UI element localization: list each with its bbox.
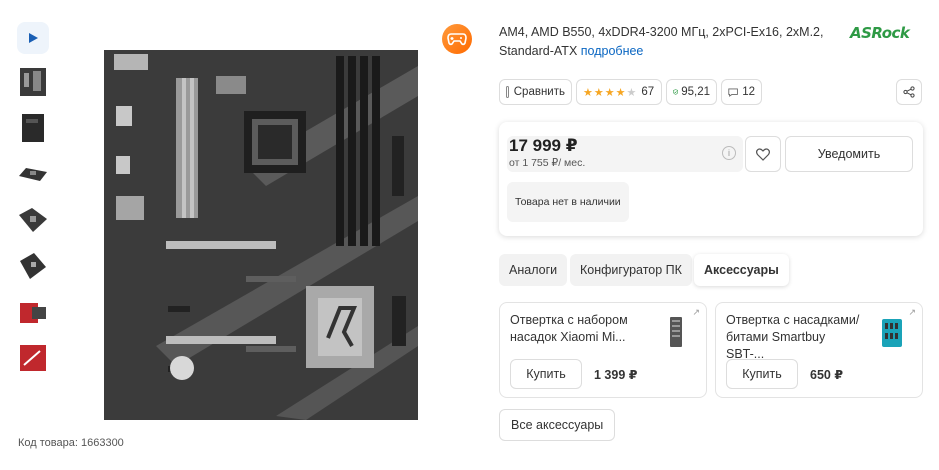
shield-check-icon [673, 89, 679, 95]
star-empty-icon: ★ [626, 86, 637, 99]
price-value: 17 999 ₽ [509, 136, 578, 155]
installment-text[interactable]: от 1 755 ₽/ мес. [509, 157, 585, 169]
more-link[interactable]: подробнее [581, 44, 644, 58]
external-arrow-icon: ↗ [692, 307, 700, 317]
thumbnail-2[interactable] [17, 112, 49, 144]
tab-pc-configurator[interactable]: Конфигуратор ПК [570, 254, 692, 286]
screwdriver-set-image [670, 317, 682, 347]
stock-status: Товара нет в наличии [507, 182, 629, 222]
gaming-badge[interactable] [442, 24, 472, 54]
star-icon: ★ [593, 86, 604, 99]
thumbnail-7[interactable] [17, 342, 49, 374]
buy-button[interactable]: Купить [510, 359, 582, 389]
video-play-button[interactable] [17, 22, 49, 54]
accessory-price: 1 399 ₽ [594, 368, 638, 382]
reliability-value: 95,21 [681, 86, 710, 98]
compare-checkbox[interactable] [506, 86, 509, 98]
compare-button[interactable]: Сравнить [499, 79, 572, 105]
play-icon [29, 33, 38, 43]
star-icon: ★ [604, 86, 615, 99]
comments-button[interactable]: 12 [721, 79, 762, 105]
share-button[interactable] [896, 79, 922, 105]
motherboard-side-thumb-icon [19, 168, 47, 181]
brand-logo[interactable]: ASRock [850, 24, 910, 42]
product-description: AM4, AMD B550, 4xDDR4-3200 МГц, 2xPCI-Ex… [499, 23, 829, 61]
star-icon: ★ [583, 86, 593, 99]
reliability-button[interactable]: 95,21 [666, 79, 717, 105]
share-icon [903, 86, 915, 98]
thumbnail-1[interactable] [17, 66, 49, 98]
info-icon[interactable]: i [722, 146, 736, 160]
all-accessories-button[interactable]: Все аксессуары [499, 409, 616, 441]
accessory-price: 650 ₽ [810, 368, 844, 382]
accessory-card[interactable]: Отвертка с насадками/битами Smartbuy SBT… [715, 302, 923, 398]
notify-button[interactable]: Уведомить [785, 136, 913, 172]
box-front-thumb-icon [20, 345, 46, 371]
description-text: AM4, AMD B550, 4xDDR4-3200 МГц, 2xPCI-Ex… [499, 25, 824, 58]
product-code: Код товара: 1663300 [18, 437, 124, 449]
reviews-count: 67 [641, 86, 655, 98]
compare-label: Сравнить [513, 86, 565, 98]
thumbnail-strip [17, 22, 51, 388]
rating-button[interactable]: ★ ★ ★ ★ ★ 67 [576, 79, 662, 105]
motherboard-angle-thumb-icon [19, 208, 47, 232]
gamepad-icon [447, 33, 467, 46]
box-thumb-icon [20, 303, 46, 323]
star-icon: ★ [615, 86, 626, 99]
accessory-name[interactable]: Отвертка с насадками/битами Smartbuy SBT… [726, 312, 866, 363]
motherboard-angle2-thumb-icon [20, 253, 46, 279]
tab-accessories[interactable]: Аксессуары [694, 254, 789, 286]
tab-analogs[interactable]: Аналоги [499, 254, 568, 286]
motherboard-image [96, 46, 418, 422]
buy-button[interactable]: Купить [726, 359, 798, 389]
motherboard-thumb-icon [20, 68, 46, 96]
thumbnail-6[interactable] [17, 296, 49, 328]
thumbnail-4[interactable] [17, 204, 49, 236]
bit-set-image [882, 319, 902, 347]
thumbnail-5[interactable] [17, 250, 49, 282]
motherboard-back-thumb-icon [22, 114, 44, 142]
accessory-name[interactable]: Отвертка с набором насадок Xiaomi Mi... [510, 312, 650, 346]
thumbnail-3[interactable] [17, 158, 49, 190]
heart-icon [756, 147, 770, 161]
comment-icon [728, 88, 738, 97]
comments-count: 12 [742, 86, 755, 98]
price-card: 17 999 ₽ от 1 755 ₽/ мес. i Уведомить То… [499, 122, 923, 236]
favorite-button[interactable] [745, 136, 781, 172]
product-main-image[interactable] [96, 46, 418, 422]
external-arrow-icon: ↗ [908, 307, 916, 317]
accessory-card[interactable]: Отвертка с набором насадок Xiaomi Mi... … [499, 302, 707, 398]
